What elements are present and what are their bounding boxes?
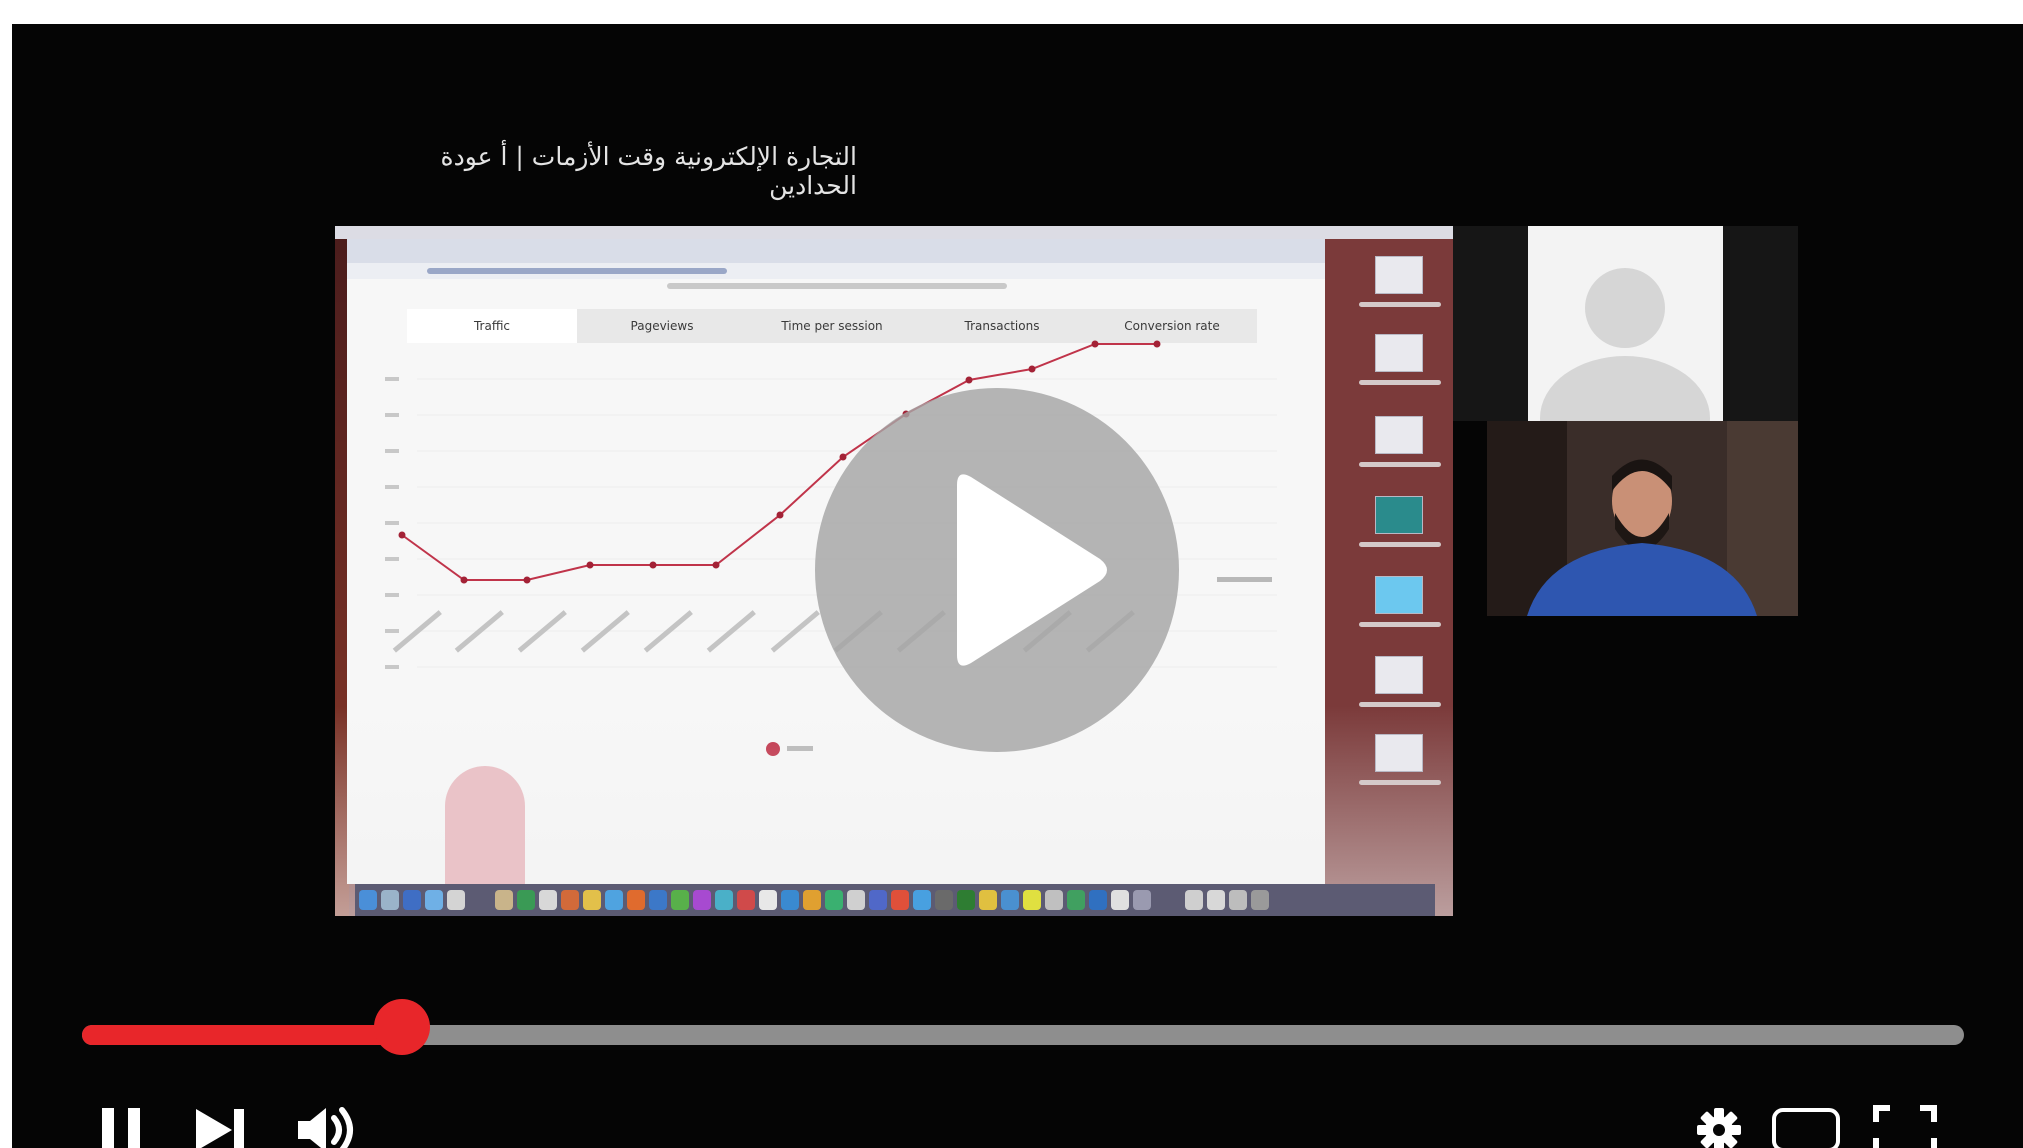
chart-tabs: Traffic Pageviews Time per session Trans… <box>407 309 1257 343</box>
cursor-highlight <box>445 766 525 896</box>
desktop-file-label <box>1359 302 1441 307</box>
theater-mode-button[interactable] <box>1770 1104 1850 1148</box>
desktop-file-icon <box>1375 656 1423 694</box>
pause-icon <box>102 1108 140 1148</box>
chart-tab: Pageviews <box>630 319 694 333</box>
pause-button[interactable] <box>96 1104 150 1148</box>
theater-mode-icon <box>1772 1108 1840 1148</box>
chart-tab: Time per session <box>781 319 883 333</box>
desktop-file-icon <box>1375 734 1423 772</box>
desktop-icons <box>1353 246 1448 876</box>
chart-point <box>1091 340 1099 348</box>
desktop-file-label <box>1359 702 1441 707</box>
chart-point <box>649 561 657 569</box>
desktop-file-label <box>1359 462 1441 467</box>
chart-point <box>586 561 594 569</box>
next-icon <box>196 1109 244 1148</box>
settings-gear-icon <box>1697 1108 1741 1148</box>
chart-point <box>1153 340 1161 348</box>
address-text <box>427 268 727 274</box>
volume-button[interactable] <box>294 1104 356 1148</box>
desktop-file-label <box>1359 380 1441 385</box>
progress-bar[interactable] <box>82 999 1964 1055</box>
folder-icon <box>1375 576 1423 614</box>
video-player[interactable]: التجارة الإلكترونية وقت الأزمات | أ عودة… <box>12 24 2023 1148</box>
volume-icon <box>298 1107 353 1148</box>
desktop-file-icon <box>1375 256 1423 294</box>
desktop-file-icon <box>1375 496 1423 534</box>
participant-video-placeholder <box>1453 226 1798 480</box>
desktop-file-label <box>1359 542 1441 547</box>
desktop-file-label <box>1359 622 1441 627</box>
mac-dock <box>355 884 1435 916</box>
participant-video-presenter <box>1487 421 1798 616</box>
desktop-file-icon <box>1375 334 1423 372</box>
progress-scrubber[interactable] <box>373 999 430 1055</box>
progress-played <box>82 1025 402 1045</box>
next-button[interactable] <box>192 1104 250 1148</box>
chart-tab: Conversion rate <box>1124 319 1220 333</box>
fullscreen-button[interactable] <box>1872 1104 1942 1148</box>
play-icon <box>957 474 1107 666</box>
mac-menubar <box>335 226 1453 239</box>
fullscreen-icon <box>1873 1105 1937 1148</box>
big-play-button[interactable] <box>815 388 1179 752</box>
chart-tab: Traffic <box>407 309 577 343</box>
settings-button[interactable] <box>1694 1104 1744 1148</box>
chart-point <box>398 531 406 539</box>
chart-point <box>965 376 973 384</box>
chart-point <box>712 561 720 569</box>
chart-point <box>776 511 784 519</box>
chart-tab: Transactions <box>964 319 1040 333</box>
dock-icons <box>359 890 1269 910</box>
presenter-figure <box>1487 421 1798 616</box>
avatar <box>1528 226 1723 480</box>
video-title: التجارة الإلكترونية وقت الأزمات | أ عودة… <box>440 142 857 200</box>
desktop-file-label <box>1359 780 1441 785</box>
chart-point <box>1028 365 1036 373</box>
chart-subtitle <box>667 283 1007 289</box>
chart-point <box>460 576 468 584</box>
chart-point <box>523 576 531 584</box>
browser-tabs-strip <box>347 239 1325 263</box>
person-silhouette-icon <box>1540 268 1710 480</box>
desktop-file-icon <box>1375 416 1423 454</box>
